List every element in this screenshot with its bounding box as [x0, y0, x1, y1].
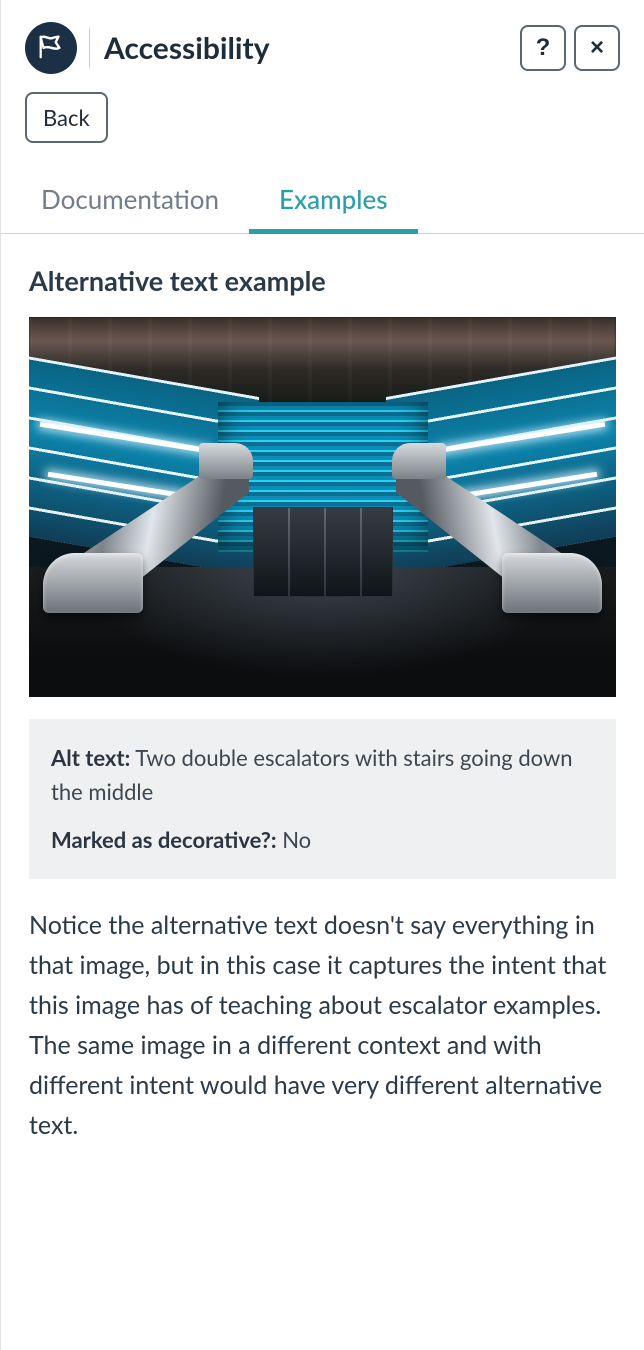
decorative-row: Marked as decorative?: No: [51, 823, 594, 857]
close-button[interactable]: ×: [574, 25, 620, 71]
decorative-label: Marked as decorative?:: [51, 826, 277, 853]
panel-header: Accessibility ? ×: [1, 0, 644, 84]
content-area: Alternative text example: [1, 234, 644, 1350]
decorative-value: No: [282, 826, 311, 853]
example-title: Alternative text example: [29, 264, 616, 297]
back-button[interactable]: Back: [25, 92, 108, 143]
alt-text-row: Alt text: Two double escalators with sta…: [51, 741, 594, 809]
flag-icon: [36, 31, 66, 65]
brand-logo: [25, 22, 77, 74]
page-title: Accessibility: [104, 30, 520, 66]
tab-bar: Documentation Examples: [1, 169, 644, 234]
close-icon: ×: [590, 34, 604, 62]
example-image: [29, 317, 616, 697]
alt-text-value: Two double escalators with stairs going …: [51, 744, 573, 805]
tab-examples[interactable]: Examples: [249, 169, 418, 233]
back-row: Back: [1, 84, 644, 169]
example-infobox: Alt text: Two double escalators with sta…: [29, 719, 616, 879]
header-divider: [89, 28, 90, 68]
help-icon: ?: [536, 34, 551, 62]
tab-documentation[interactable]: Documentation: [11, 169, 249, 233]
accessibility-panel: Accessibility ? × Back Documentation Exa…: [0, 0, 644, 1350]
alt-text-label: Alt text:: [51, 744, 130, 771]
header-actions: ? ×: [520, 25, 620, 71]
example-explanation: Notice the alternative text doesn't say …: [29, 905, 616, 1145]
help-button[interactable]: ?: [520, 25, 566, 71]
